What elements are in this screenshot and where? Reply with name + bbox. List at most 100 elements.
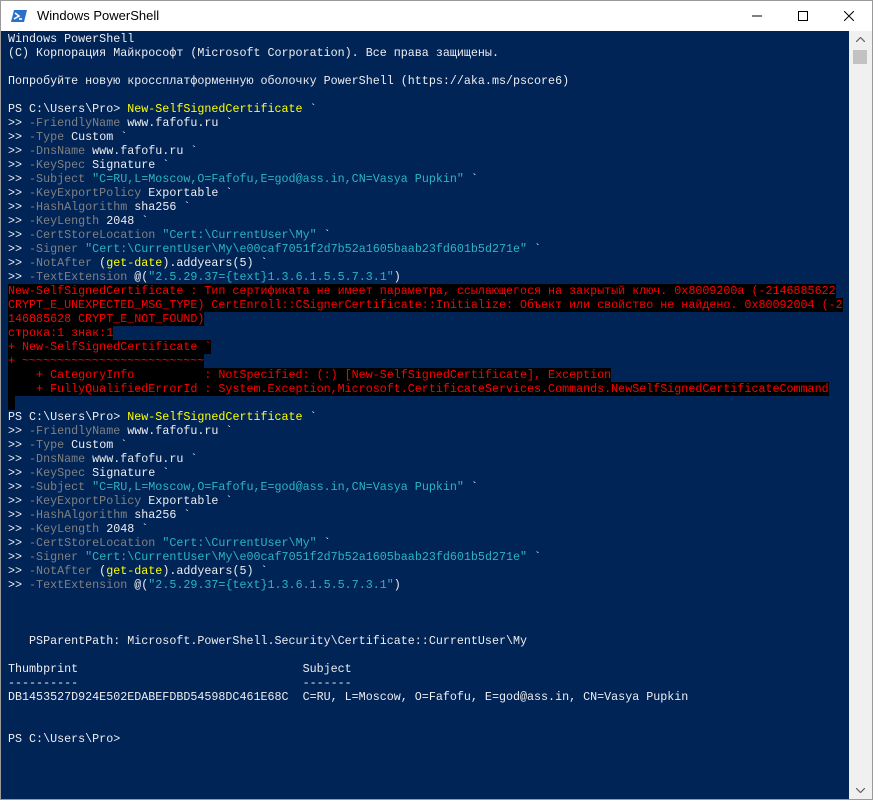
minimize-button[interactable]: [734, 1, 780, 31]
console-text: Thumbprint Subject: [8, 662, 352, 676]
console-lines: Windows PowerShell (C) Корпорация Майкрос…: [8, 32, 843, 746]
close-icon: [844, 11, 854, 21]
console-text: -KeyLength: [29, 522, 100, 536]
console-text: >>: [8, 144, 30, 158]
console-text: строка:1 знак:1: [8, 326, 114, 340]
console-text: -Type: [29, 130, 65, 144]
console-line: Thumbprint Subject: [8, 662, 843, 676]
title-bar[interactable]: Windows PowerShell: [1, 1, 872, 31]
console-text: www.fafofu.ru `: [120, 116, 233, 130]
console-text: >>: [8, 536, 30, 550]
console-text: -HashAlgorithm: [29, 508, 128, 522]
console-line: + FullyQualifiedErrorId : System.Excepti…: [8, 382, 843, 396]
powershell-window: Windows PowerShell Windows PowerShell (C)…: [0, 0, 873, 800]
console-text: Windows PowerShell: [8, 32, 135, 46]
close-button[interactable]: [826, 1, 872, 31]
console-text: ): [393, 270, 401, 284]
console-text: ---------- -------: [8, 676, 352, 690]
minimize-icon: [752, 15, 762, 17]
console-text: DB1453527D924E502EDABEFDBD54598DC461E68C…: [8, 690, 689, 704]
console-text: -KeySpec: [29, 158, 86, 172]
console-text: New-SelfSignedCertificate: [127, 102, 303, 116]
chevron-down-icon: [856, 788, 865, 793]
console-line: >> -HashAlgorithm sha256 `: [8, 200, 843, 214]
console-text: `: [302, 410, 317, 424]
console-line: + New-SelfSignedCertificate `: [8, 340, 843, 354]
console-text: "C=RU,L=Moscow,O=Fafofu,E=god@ass.in,CN=…: [92, 480, 464, 494]
console-text: www.fafofu.ru `: [85, 144, 198, 158]
console-line: [8, 396, 843, 410]
console-text: ).addyears(5) `: [162, 564, 268, 578]
console-text: >>: [8, 130, 30, 144]
console-line: >> -Type Custom `: [8, 438, 843, 452]
console-text: (C) Корпорация Майкрософт (Microsoft Cor…: [8, 46, 499, 60]
console-text: >>: [8, 522, 30, 536]
maximize-button[interactable]: [780, 1, 826, 31]
console-line: >> -DnsName www.fafofu.ru `: [8, 144, 843, 158]
console-text: `: [316, 228, 331, 242]
console-text: PS C:\Users\Pro>: [8, 410, 128, 424]
console-text: [8, 396, 16, 410]
console-text: "Cert:\CurrentUser\My": [162, 536, 317, 550]
console-text: -CertStoreLocation: [29, 536, 156, 550]
console-text: -TextExtension: [29, 578, 128, 592]
console-text: + CategoryInfo : NotSpecified: (:) [New-…: [8, 368, 612, 382]
console-text: Exportable `: [141, 186, 233, 200]
console-line: New-SelfSignedCertificate : Тип сертифик…: [8, 284, 843, 298]
console-text: Custom `: [64, 130, 128, 144]
console-line: >> -KeySpec Signature `: [8, 466, 843, 480]
console-text: >>: [8, 200, 30, 214]
console-text: >>: [8, 270, 30, 284]
console-text: >>: [8, 578, 30, 592]
console-line: ---------- -------: [8, 676, 843, 690]
console-text: >>: [8, 172, 30, 186]
console-line: >> -NotAfter (get-date).addyears(5) `: [8, 256, 843, 270]
console-text: Custom `: [64, 438, 128, 452]
console-text: -NotAfter: [29, 256, 93, 270]
console-line: CRYPT_E_UNEXPECTED_MSG_TYPE) CertEnroll:…: [8, 298, 843, 312]
console-text: 146885628 CRYPT_E_NOT_FOUND): [8, 312, 205, 326]
console-text: -Signer: [29, 550, 79, 564]
console-line: >> -KeyExportPolicy Exportable `: [8, 186, 843, 200]
console-text: >>: [8, 564, 30, 578]
console-line: PSParentPath: Microsoft.PowerShell.Secur…: [8, 634, 843, 648]
console-text: @(: [127, 270, 149, 284]
console-text: -NotAfter: [29, 564, 93, 578]
console-text: www.fafofu.ru `: [120, 424, 233, 438]
console-text: >>: [8, 242, 30, 256]
console-text: "2.5.29.37={text}1.3.6.1.5.5.7.3.1": [148, 578, 394, 592]
console-line: Windows PowerShell: [8, 32, 843, 46]
console-text: -CertStoreLocation: [29, 228, 156, 242]
scrollbar-thumb[interactable]: [853, 50, 867, 64]
scroll-down-button[interactable]: [849, 782, 872, 799]
console-text: "2.5.29.37={text}1.3.6.1.5.5.7.3.1": [148, 270, 394, 284]
console-text: >>: [8, 424, 30, 438]
vertical-scrollbar[interactable]: [849, 31, 872, 799]
console-text: "C=RU,L=Moscow,O=Fafofu,E=god@ass.in,CN=…: [92, 172, 464, 186]
console-text: Signature `: [85, 158, 170, 172]
console-line: >> -KeySpec Signature `: [8, 158, 843, 172]
console-line: DB1453527D924E502EDABEFDBD54598DC461E68C…: [8, 690, 843, 704]
console-line: >> -Type Custom `: [8, 130, 843, 144]
console-text: -Subject: [29, 480, 86, 494]
console-line: PS C:\Users\Pro> New-SelfSignedCertifica…: [8, 410, 843, 424]
console-line: >> -Signer "Cert:\CurrentUser\My\e00caf7…: [8, 550, 843, 564]
console-text: >>: [8, 508, 30, 522]
console-line: >> -Subject "C=RU,L=Moscow,O=Fafofu,E=go…: [8, 480, 843, 494]
console-text: -Type: [29, 438, 65, 452]
console-text: >>: [8, 186, 30, 200]
scroll-up-button[interactable]: [849, 31, 872, 48]
console-line: >> -FriendlyName www.fafofu.ru `: [8, 116, 843, 130]
console-output[interactable]: Windows PowerShell (C) Корпорация Майкрос…: [1, 31, 849, 799]
console-line: >> -TextExtension @("2.5.29.37={text}1.3…: [8, 578, 843, 592]
console-line: >> -KeyLength 2048 `: [8, 522, 843, 536]
console-text: `: [527, 550, 542, 564]
console-text: -KeyExportPolicy: [29, 494, 142, 508]
console-text: -Signer: [29, 242, 79, 256]
console-line: строка:1 знак:1: [8, 326, 843, 340]
maximize-icon: [798, 11, 808, 21]
console-line: >> -Signer "Cert:\CurrentUser\My\e00caf7…: [8, 242, 843, 256]
console-text: sha256 `: [127, 508, 191, 522]
